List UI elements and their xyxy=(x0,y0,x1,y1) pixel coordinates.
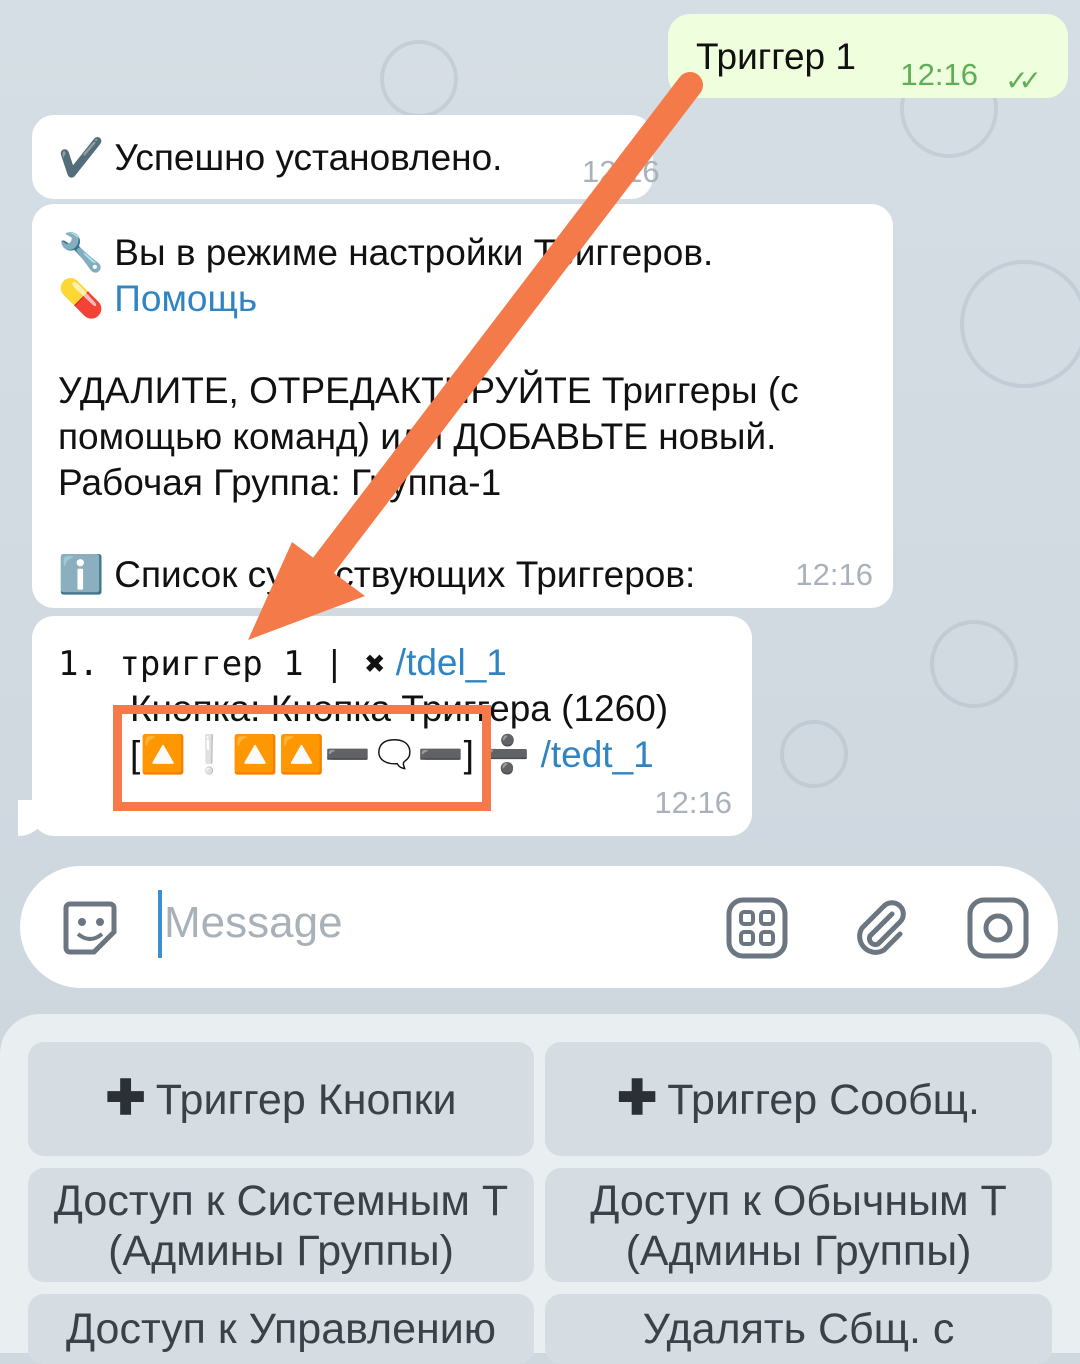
plus-icon: ✚ xyxy=(105,1072,146,1125)
button-label: (Админы Группы) xyxy=(625,1227,972,1275)
regular-triggers-access-button[interactable]: Доступ к Обычным Т (Админы Группы) xyxy=(545,1168,1052,1282)
system-triggers-access-button[interactable]: Доступ к Системным Т (Админы Группы) xyxy=(28,1168,534,1282)
text-cursor xyxy=(158,890,162,958)
plus-icon: ✚ xyxy=(616,1072,658,1125)
button-label: (Админы Группы) xyxy=(108,1227,454,1275)
button-label: Доступ к Обычным Т xyxy=(590,1177,1007,1225)
add-message-trigger-button[interactable]: ✚ Триггер Сообщ. xyxy=(545,1042,1052,1156)
button-label: Доступ к Управлению xyxy=(65,1305,497,1353)
sticker-icon[interactable] xyxy=(58,896,122,960)
button-label: Триггер Кнопки xyxy=(155,1076,457,1124)
button-label: Удалять Сбщ. с xyxy=(642,1305,955,1353)
message-input[interactable]: Message xyxy=(164,898,343,948)
attach-icon[interactable] xyxy=(848,896,912,960)
camera-icon[interactable] xyxy=(966,896,1030,960)
button-label: Триггер Сообщ. xyxy=(667,1076,981,1124)
bot-menu-icon[interactable] xyxy=(725,896,789,960)
delete-messages-button[interactable]: Удалять Сбщ. с xyxy=(545,1294,1052,1364)
management-access-button[interactable]: Доступ к Управлению xyxy=(28,1294,534,1364)
add-button-trigger-button[interactable]: ✚ Триггер Кнопки xyxy=(28,1042,534,1156)
button-label: Доступ к Системным Т xyxy=(53,1177,509,1225)
